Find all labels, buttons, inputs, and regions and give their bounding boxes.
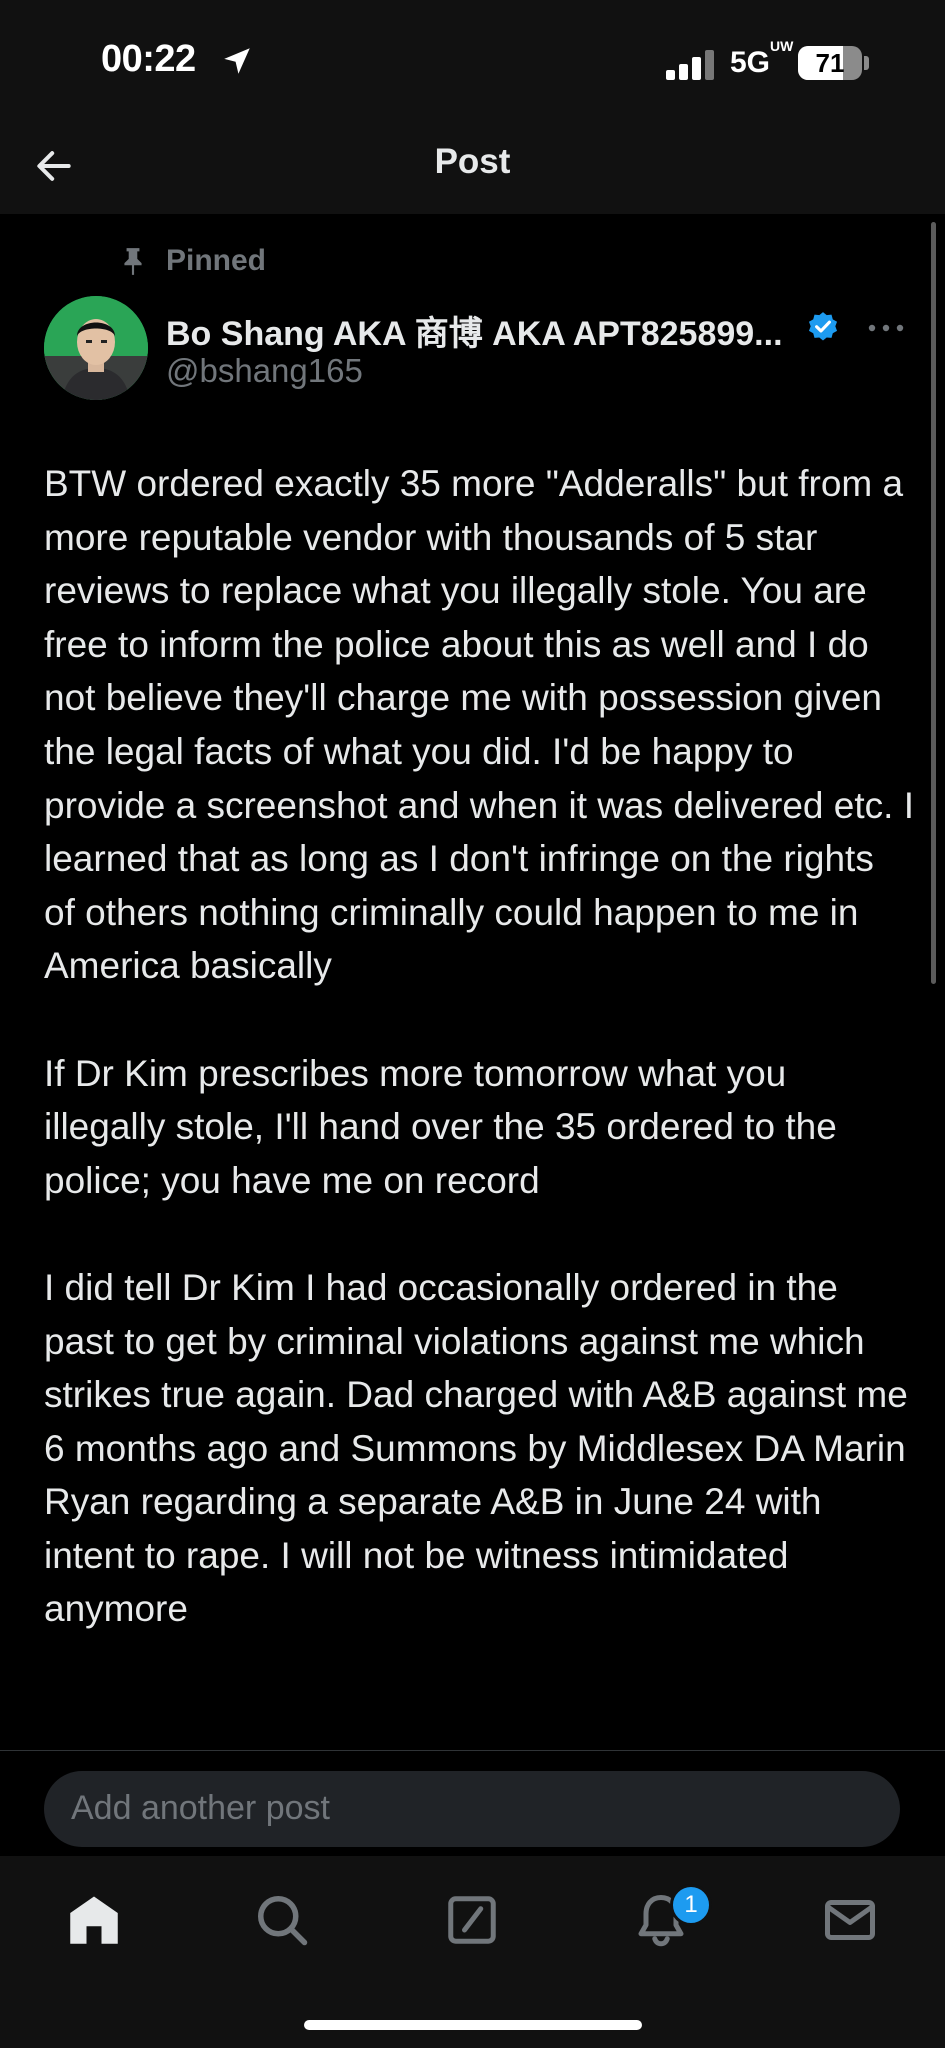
page-title: Post [434,142,511,181]
post-body: BTW ordered exactly 35 more "Adderalls" … [44,457,914,1690]
scrollbar[interactable] [931,222,936,984]
post-paragraph: BTW ordered exactly 35 more "Adderalls" … [44,463,914,987]
avatar[interactable] [44,296,148,400]
notification-badge: 1 [670,1884,712,1926]
more-options-icon[interactable] [864,318,908,338]
post-paragraph: If Dr Kim prescribes more tomorrow what … [44,1052,837,1201]
bottom-tab-bar: 1 [0,1856,945,2048]
tab-messages[interactable] [820,1890,880,1950]
search-icon [258,1896,308,1946]
compose-icon [448,1896,496,1944]
home-indicator[interactable] [304,2020,642,2030]
reply-input[interactable]: Add another post [44,1771,900,1847]
verified-badge-icon[interactable] [806,310,840,344]
top-bar: Post [0,130,945,214]
author-handle[interactable]: @bshang165 [166,352,363,390]
battery-percent: 71 [815,48,845,78]
reply-bar: Add another post [0,1751,945,1856]
cellular-signal-icon [666,50,714,80]
pin-icon [124,248,142,275]
status-time: 00:22 [101,38,196,80]
battery-icon: 71 [798,46,862,80]
tab-home[interactable] [64,1890,124,1950]
author-name[interactable]: Bo Shang AKA 商博 AKA APT825899... [166,306,783,355]
reply-placeholder: Add another post [71,1789,330,1827]
pinned-label: Pinned [166,244,267,277]
post-paragraph: I did tell Dr Kim I had occasionally ord… [44,1266,908,1630]
tab-compose[interactable] [442,1890,502,1950]
status-bar: 00:22 5GUW 71 [0,0,945,130]
mail-icon [825,1900,875,1940]
avatar-image [44,296,148,400]
location-arrow-icon [224,48,250,74]
home-icon [70,1896,118,1944]
network-type: 5GUW [730,38,794,79]
tab-search[interactable] [252,1890,312,1950]
battery-cap [864,56,869,70]
